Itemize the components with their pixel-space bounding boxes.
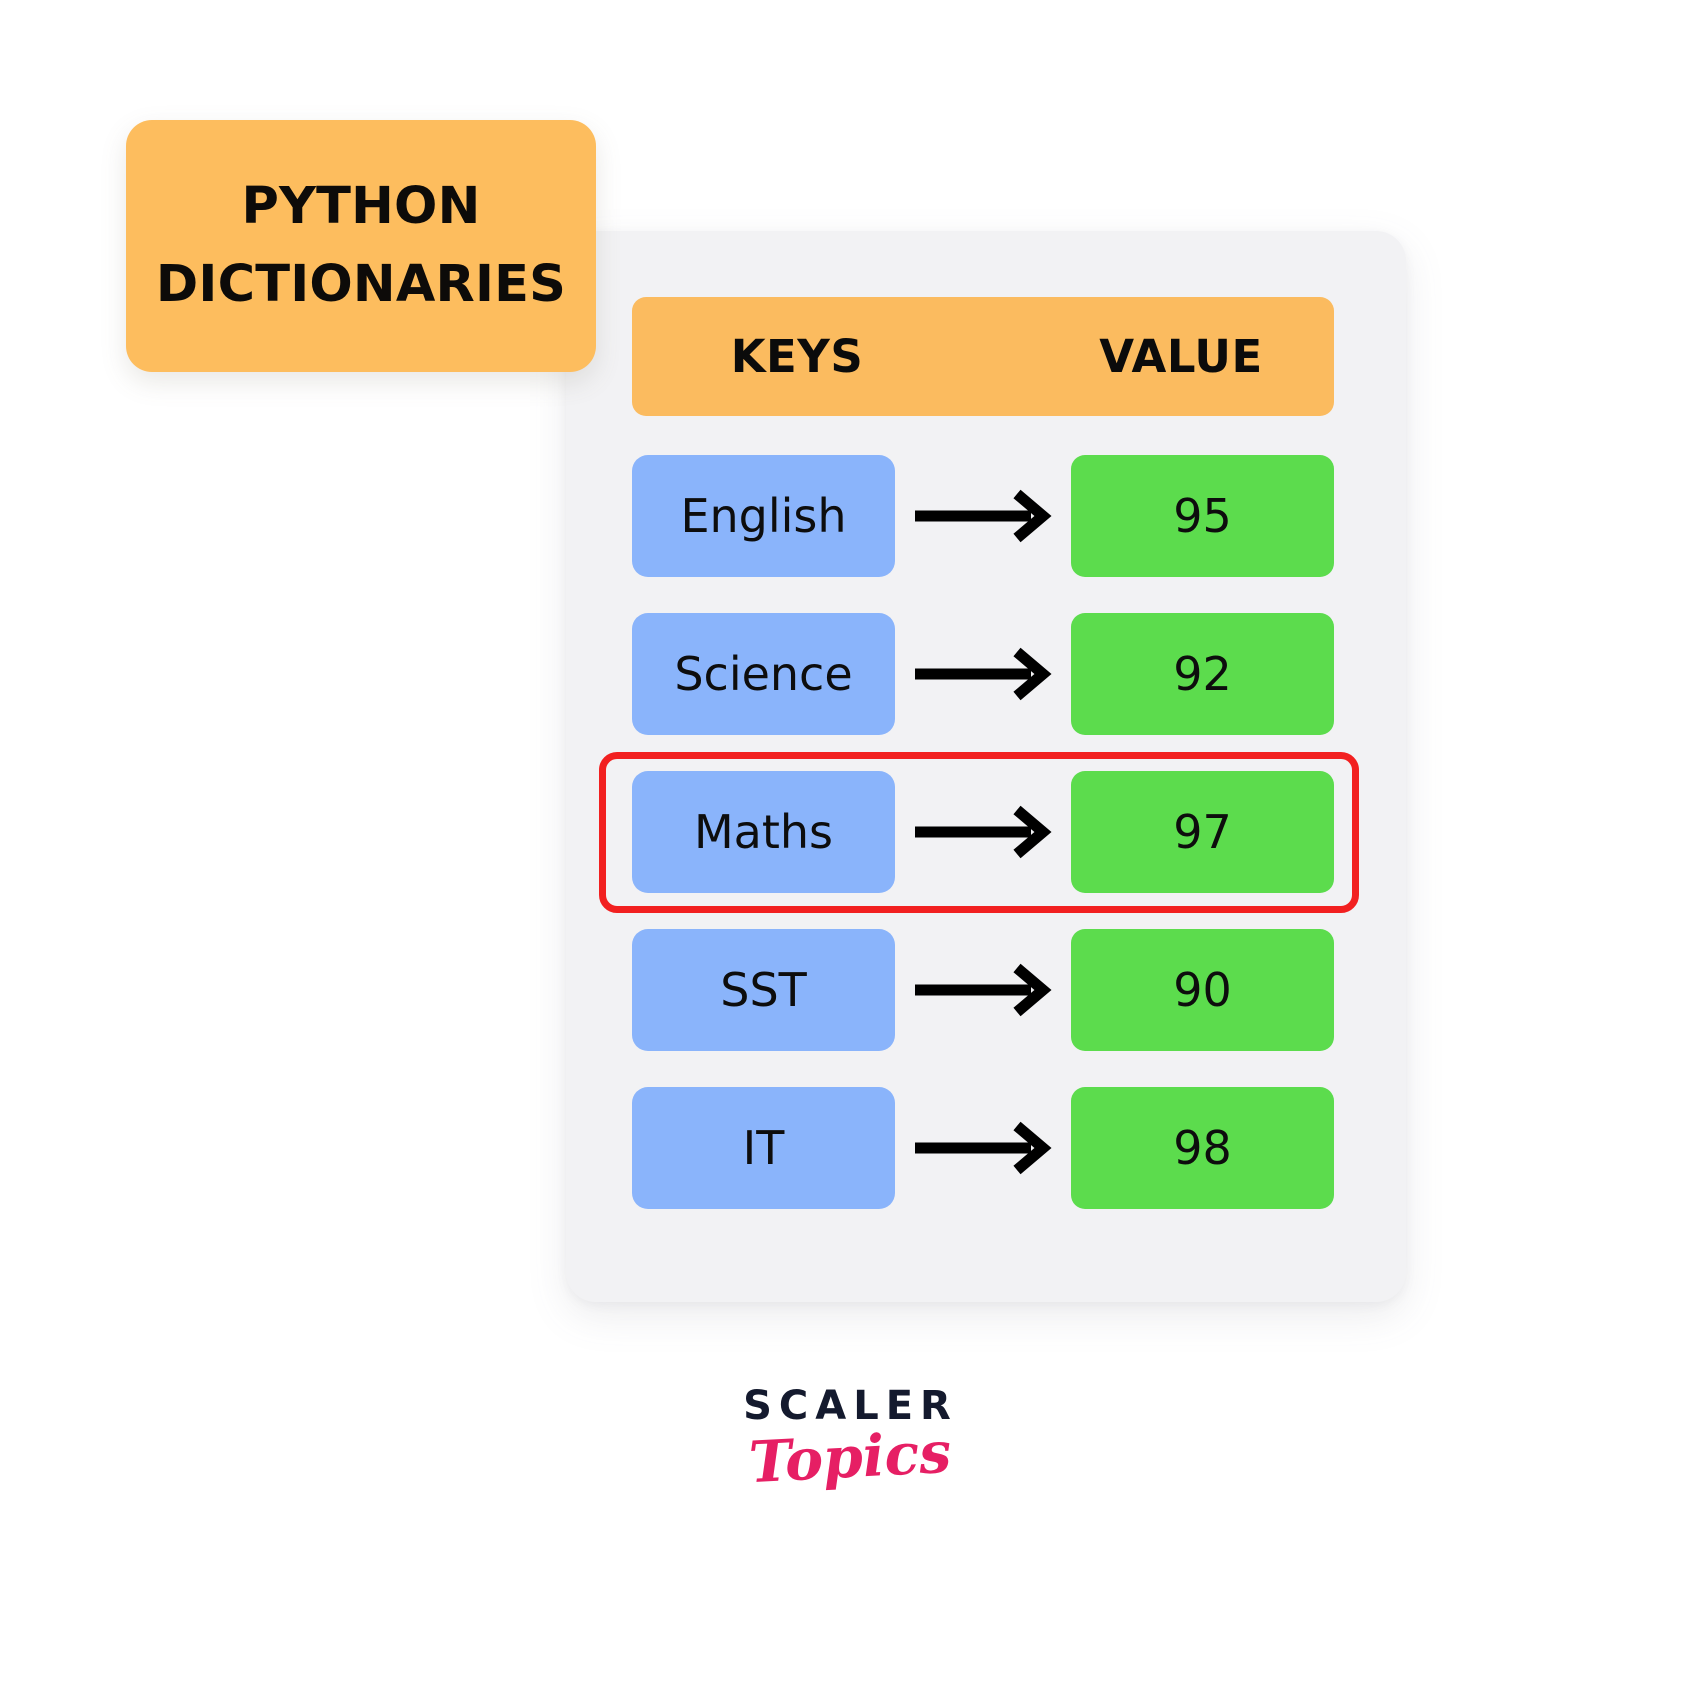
table-header-row: KEYS VALUE xyxy=(632,297,1334,416)
table-row: IT 98 xyxy=(632,1087,1334,1209)
value-box[interactable]: 97 xyxy=(1071,771,1334,893)
key-box[interactable]: SST xyxy=(632,929,895,1051)
table-row: Maths 97 xyxy=(632,771,1334,893)
arrow-right-icon xyxy=(895,455,1071,577)
brand-logo: SCALER Topics xyxy=(0,1383,1701,1496)
dictionary-card: KEYS VALUE English 95 Science 92 Maths 97 SST 9… xyxy=(566,231,1406,1302)
logo-secondary-text: Topics xyxy=(747,1418,954,1497)
key-box[interactable]: IT xyxy=(632,1087,895,1209)
table-row: SST 90 xyxy=(632,929,1334,1051)
page-title: PYTHON DICTIONARIES xyxy=(155,177,567,314)
value-box[interactable]: 98 xyxy=(1071,1087,1334,1209)
value-box[interactable]: 95 xyxy=(1071,455,1334,577)
column-header-value: VALUE xyxy=(1099,330,1263,383)
key-box[interactable]: Science xyxy=(632,613,895,735)
logo-primary-text: SCALER xyxy=(743,1383,958,1429)
table-row: English 95 xyxy=(632,455,1334,577)
infographic-canvas: PYTHON DICTIONARIES KEYS VALUE English 95… xyxy=(0,0,1701,1701)
column-header-keys: KEYS xyxy=(730,330,864,383)
key-box[interactable]: English xyxy=(632,455,895,577)
value-box[interactable]: 92 xyxy=(1071,613,1334,735)
table-row: Science 92 xyxy=(632,613,1334,735)
key-box[interactable]: Maths xyxy=(632,771,895,893)
arrow-right-icon xyxy=(895,613,1071,735)
arrow-right-icon xyxy=(895,929,1071,1051)
value-box[interactable]: 90 xyxy=(1071,929,1334,1051)
arrow-right-icon xyxy=(895,771,1071,893)
arrow-right-icon xyxy=(895,1087,1071,1209)
title-badge: PYTHON DICTIONARIES xyxy=(126,120,596,372)
